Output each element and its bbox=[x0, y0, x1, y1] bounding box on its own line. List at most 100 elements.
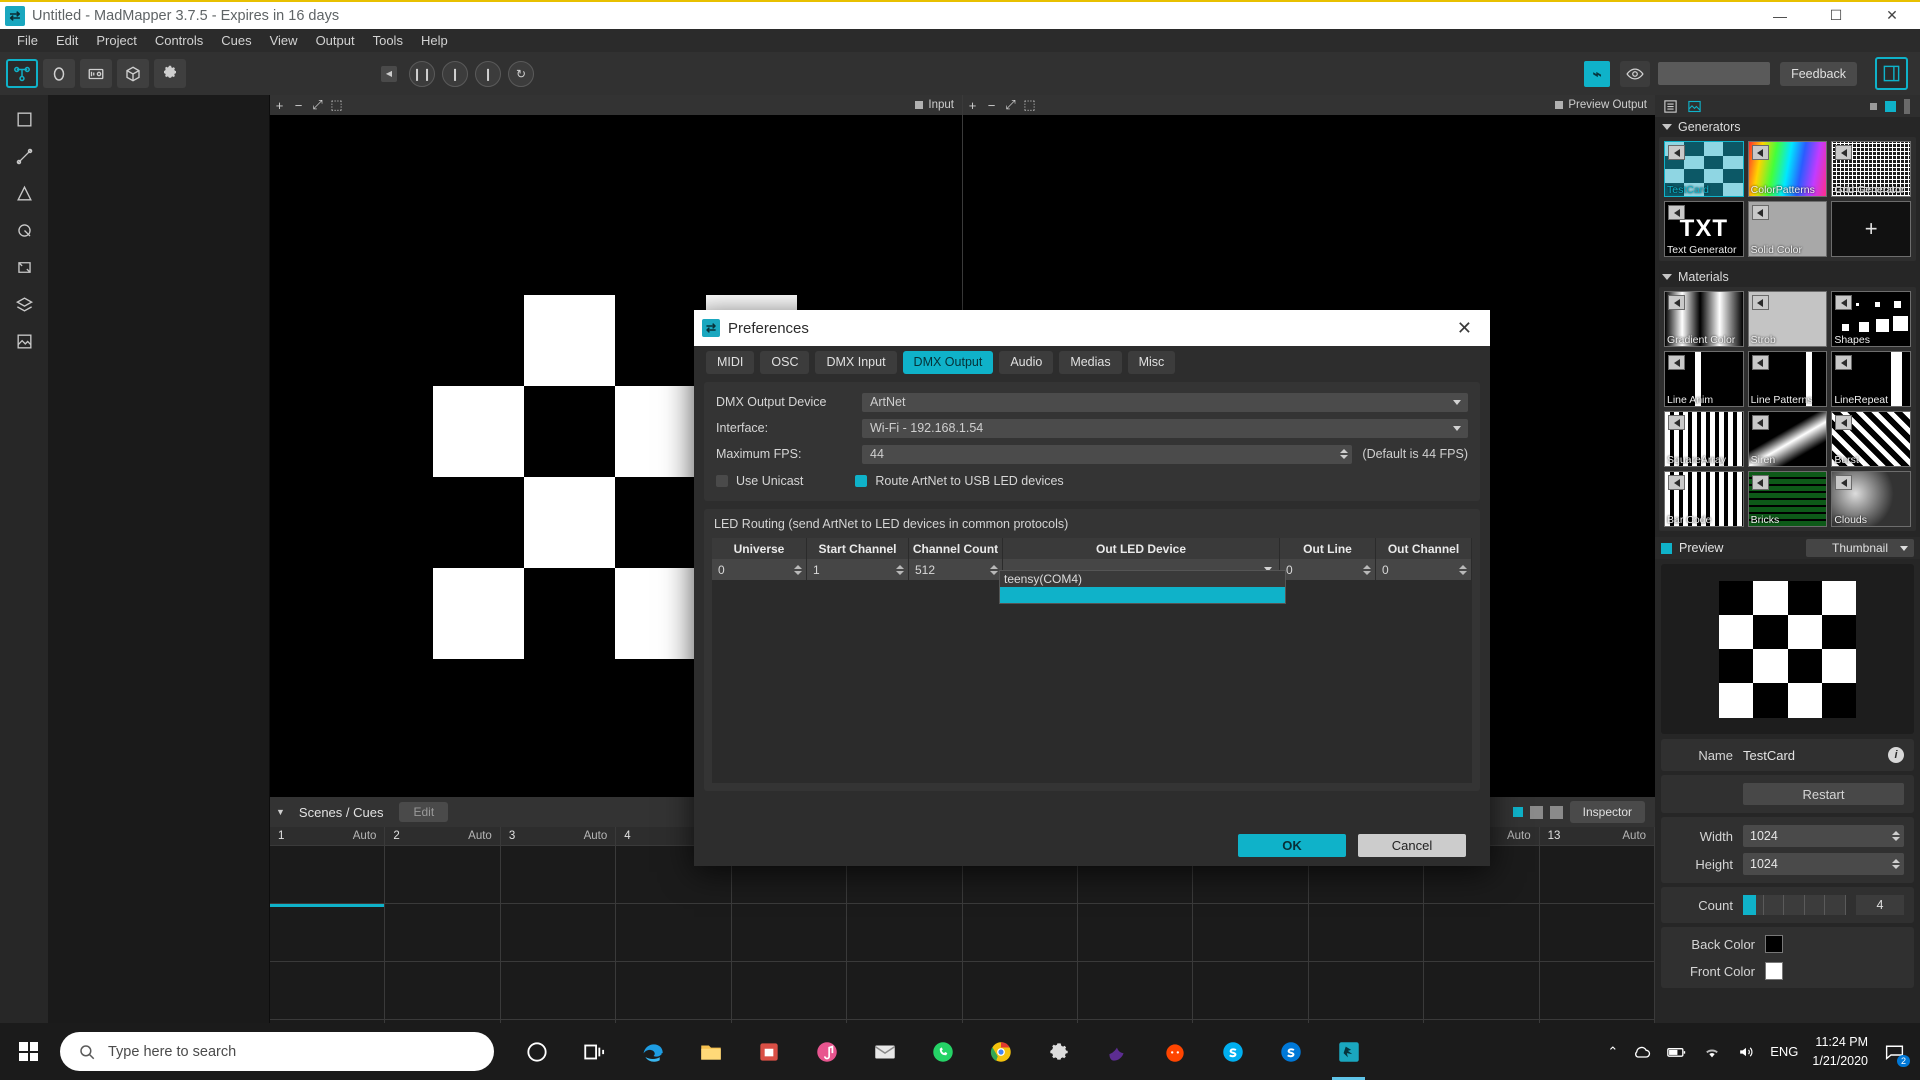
menu-view[interactable]: View bbox=[261, 31, 307, 50]
library-tile[interactable]: Solid Color bbox=[1747, 201, 1828, 257]
reddit-icon[interactable] bbox=[1148, 1023, 1201, 1080]
media-tool-button[interactable] bbox=[80, 59, 112, 88]
cue-column[interactable]: 3 Auto bbox=[500, 827, 617, 1023]
cue-cell[interactable] bbox=[731, 962, 847, 1020]
play-icon[interactable] bbox=[1835, 475, 1853, 490]
language-indicator[interactable]: ENG bbox=[1770, 1044, 1798, 1059]
menu-file[interactable]: File bbox=[8, 31, 47, 50]
whatsapp-icon[interactable] bbox=[916, 1023, 969, 1080]
feedback-button[interactable]: Feedback bbox=[1780, 61, 1857, 86]
cell-out-channel[interactable]: 0 bbox=[1376, 559, 1472, 580]
madmapper-icon[interactable] bbox=[1322, 1023, 1375, 1080]
materials-section-header[interactable]: Materials bbox=[1655, 267, 1920, 287]
taskbar-search-box[interactable]: Type here to search bbox=[60, 1032, 494, 1071]
library-tile[interactable]: Line Anim bbox=[1664, 351, 1744, 407]
play-icon[interactable] bbox=[1751, 475, 1769, 490]
play-icon[interactable] bbox=[1835, 145, 1853, 160]
pause-button[interactable]: ❙❙ bbox=[409, 60, 435, 87]
left-surface-list[interactable] bbox=[48, 95, 270, 1023]
cue-cell[interactable] bbox=[500, 846, 616, 904]
library-tile[interactable]: Burst bbox=[1831, 411, 1911, 467]
dialog-close-button[interactable]: ✕ bbox=[1447, 318, 1482, 339]
cue-cell[interactable] bbox=[962, 962, 1077, 1020]
play-icon[interactable] bbox=[1835, 355, 1853, 370]
accent-square-icon[interactable] bbox=[1885, 100, 1896, 112]
3d-tool-button[interactable] bbox=[117, 59, 149, 88]
cue-column[interactable]: 2 Auto bbox=[385, 827, 501, 1023]
masks-tool-button[interactable] bbox=[43, 59, 75, 88]
input-frame-icon[interactable]: ⬚ bbox=[327, 96, 346, 115]
materials-grid[interactable]: Gradient Color Strob Shapes Line Anim Line P… bbox=[1659, 287, 1916, 531]
menu-controls[interactable]: Controls bbox=[146, 31, 212, 50]
play-icon[interactable] bbox=[1835, 295, 1853, 310]
play-icon[interactable] bbox=[1668, 475, 1685, 490]
dropdown-option-selected[interactable] bbox=[1000, 587, 1285, 603]
microsoft-store-icon[interactable] bbox=[742, 1023, 795, 1080]
preview-mode-select[interactable]: Thumbnail bbox=[1806, 539, 1914, 557]
cue-column[interactable]: 13 Auto bbox=[1539, 827, 1656, 1023]
library-tile[interactable]: Grid Generator bbox=[1831, 141, 1911, 197]
library-tile[interactable]: Shapes bbox=[1831, 291, 1911, 347]
back-color-swatch[interactable] bbox=[1765, 935, 1783, 953]
close-button[interactable]: ✕ bbox=[1864, 2, 1920, 29]
wifi-icon[interactable] bbox=[1702, 1042, 1722, 1062]
cue-mode[interactable]: Auto bbox=[1507, 830, 1531, 842]
output-zoom-out-icon[interactable]: − bbox=[982, 96, 1001, 115]
maximum-fps-input[interactable]: 44 bbox=[862, 444, 1353, 464]
name-value[interactable]: TestCard bbox=[1743, 748, 1878, 763]
cancel-button[interactable]: Cancel bbox=[1358, 833, 1466, 857]
menu-output[interactable]: Output bbox=[307, 31, 364, 50]
output-frame-icon[interactable]: ⬚ bbox=[1020, 96, 1039, 115]
battery-icon[interactable] bbox=[1666, 1042, 1688, 1062]
cue-cell[interactable] bbox=[1308, 962, 1424, 1020]
taskbar-clock[interactable]: 11:24 PM 1/21/2020 bbox=[1812, 1033, 1868, 1069]
cue-cell[interactable] bbox=[1539, 962, 1655, 1020]
mapping-tool-button[interactable] bbox=[6, 59, 38, 88]
small-square-icon[interactable] bbox=[1870, 102, 1877, 110]
skype-icon[interactable] bbox=[1206, 1023, 1259, 1080]
maximum-fps-stepper[interactable] bbox=[1340, 449, 1349, 459]
collapse-left-icon[interactable]: ◀ bbox=[381, 65, 397, 82]
notification-center-button[interactable]: 2 bbox=[1882, 1040, 1910, 1067]
circle-tool-icon[interactable] bbox=[7, 215, 41, 245]
play-icon[interactable] bbox=[1751, 295, 1769, 310]
cue-cell[interactable] bbox=[731, 904, 847, 962]
play-icon[interactable] bbox=[1751, 415, 1769, 430]
cortana-icon[interactable] bbox=[510, 1023, 563, 1080]
cue-cell[interactable] bbox=[500, 904, 616, 962]
library-tile[interactable]: LineRepeat bbox=[1831, 351, 1911, 407]
cue-cell[interactable] bbox=[616, 962, 731, 1020]
cue-cell[interactable] bbox=[385, 846, 500, 904]
input-zoom-in-icon[interactable]: + bbox=[270, 96, 289, 115]
width-input[interactable]: 1024 bbox=[1743, 825, 1904, 847]
tab-dmx-input[interactable]: DMX Input bbox=[815, 350, 897, 374]
tab-audio[interactable]: Audio bbox=[999, 350, 1054, 374]
play-icon[interactable] bbox=[1751, 145, 1769, 160]
cue-cell[interactable] bbox=[1077, 962, 1193, 1020]
library-tile[interactable]: Gradient Color bbox=[1664, 291, 1744, 347]
reload-button[interactable]: ↻ bbox=[508, 60, 534, 87]
cue-cell[interactable] bbox=[1193, 962, 1308, 1020]
edge-icon[interactable] bbox=[626, 1023, 679, 1080]
library-tile[interactable]: Clouds bbox=[1831, 471, 1911, 527]
play-icon[interactable] bbox=[1835, 415, 1853, 430]
line-tool-icon[interactable] bbox=[7, 141, 41, 171]
menu-tools[interactable]: Tools bbox=[364, 31, 412, 50]
universe-stepper[interactable] bbox=[794, 564, 802, 575]
itunes-icon[interactable] bbox=[800, 1023, 853, 1080]
task-view-icon[interactable] bbox=[568, 1023, 621, 1080]
cue-mode[interactable]: Auto bbox=[584, 830, 608, 842]
start-button[interactable] bbox=[0, 1023, 57, 1080]
info-icon[interactable]: i bbox=[1888, 747, 1904, 763]
tab-osc[interactable]: OSC bbox=[760, 350, 810, 374]
menu-project[interactable]: Project bbox=[87, 31, 145, 50]
maximize-button[interactable]: ☐ bbox=[1808, 2, 1864, 29]
cue-cell[interactable] bbox=[1539, 904, 1655, 962]
right-panel-toggle[interactable] bbox=[1875, 57, 1908, 90]
cue-cell[interactable] bbox=[385, 904, 500, 962]
route-artnet-checkbox[interactable] bbox=[855, 475, 868, 487]
menu-cues[interactable]: Cues bbox=[212, 31, 260, 50]
generators-grid[interactable]: TestCard ColorPatterns Grid Generator TXT Te… bbox=[1659, 137, 1916, 261]
list-view-icon[interactable] bbox=[1661, 98, 1679, 114]
cue-cell[interactable] bbox=[1424, 904, 1539, 962]
